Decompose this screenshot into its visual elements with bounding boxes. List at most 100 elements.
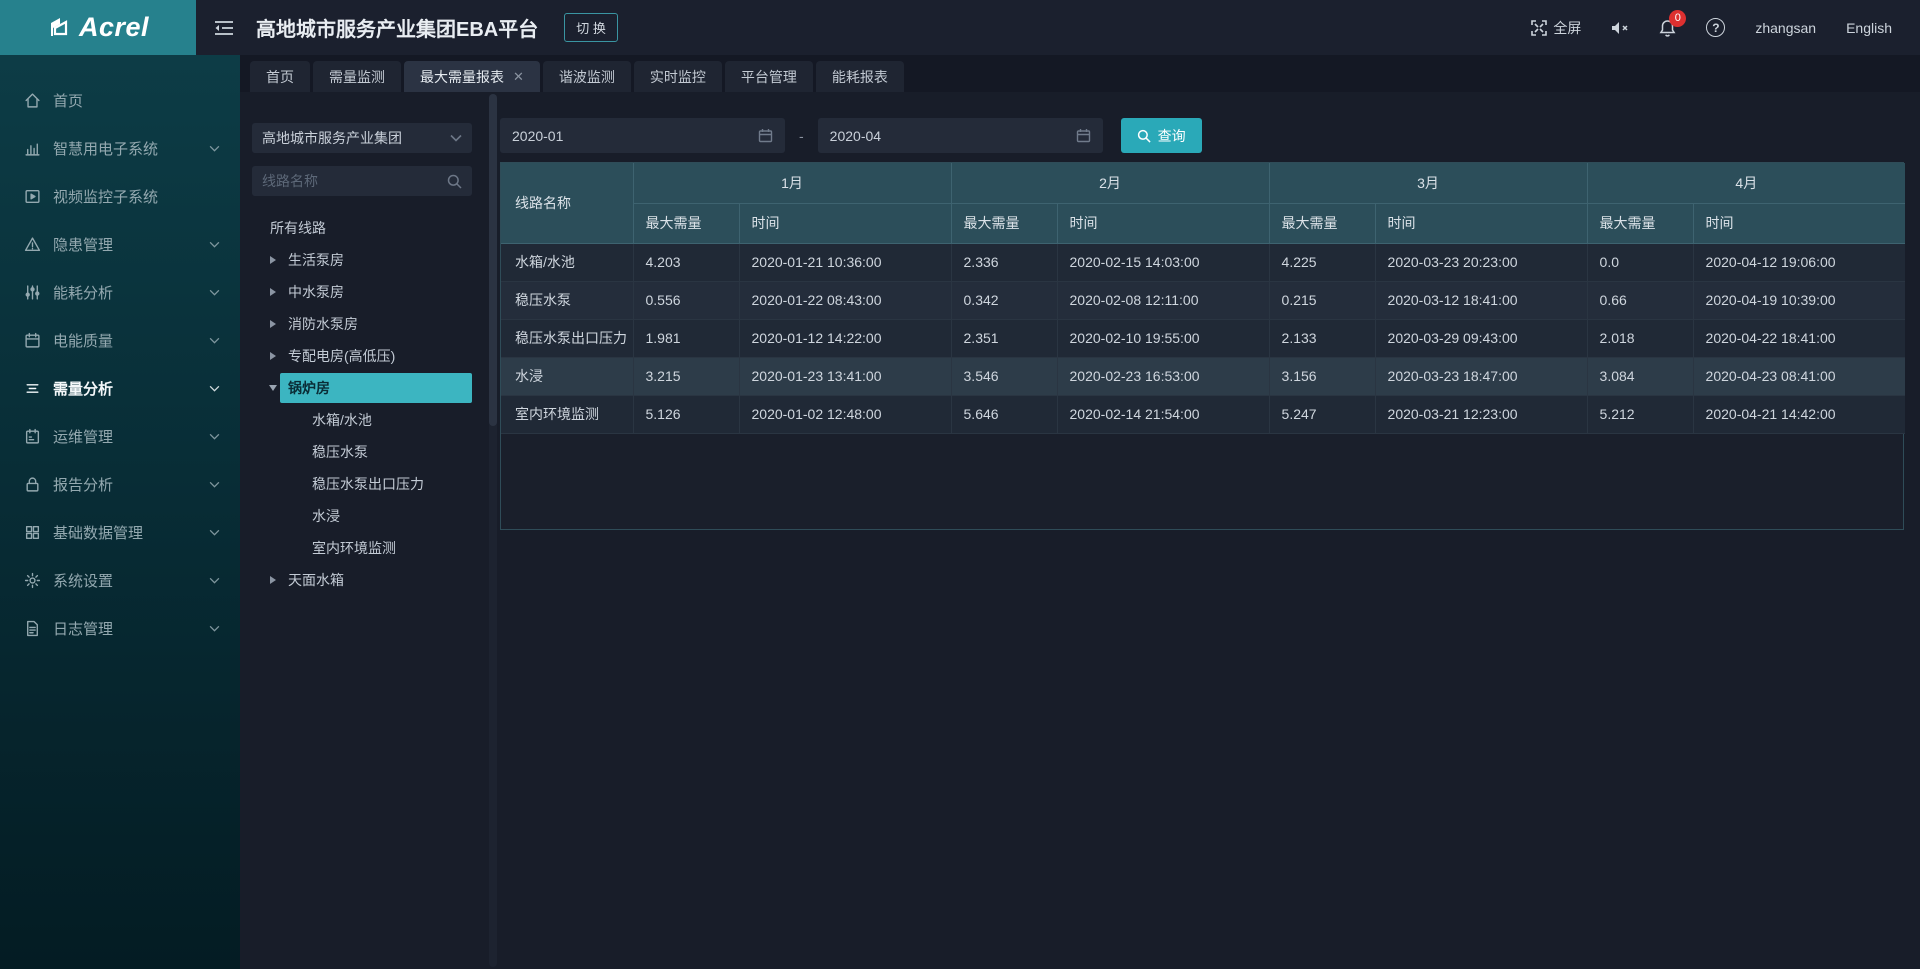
demand-cell: 3.084 bbox=[1587, 357, 1693, 395]
help-button[interactable]: ? bbox=[1706, 18, 1725, 37]
grid-icon bbox=[24, 524, 41, 541]
tab-label: 首页 bbox=[266, 67, 294, 87]
time-cell: 2020-02-15 14:03:00 bbox=[1057, 243, 1269, 281]
time-cell: 2020-03-29 09:43:00 bbox=[1375, 319, 1587, 357]
tree-node-锅炉房[interactable]: 锅炉房 bbox=[252, 372, 472, 404]
app-root: Acrel 高地城市服务产业集团EBA平台 切 换 全屏 0 ? bbox=[0, 0, 1920, 969]
start-month-value: 2020-01 bbox=[512, 128, 563, 144]
line-search bbox=[252, 166, 472, 196]
sidebar-item-gear[interactable]: 系统设置 bbox=[0, 556, 240, 604]
demand-cell: 2.336 bbox=[951, 243, 1057, 281]
tree-node-生活泵房[interactable]: 生活泵房 bbox=[252, 244, 472, 276]
tree-node-消防水泵房[interactable]: 消防水泵房 bbox=[252, 308, 472, 340]
time-cell: 2020-04-12 19:06:00 bbox=[1693, 243, 1905, 281]
tab-实时监控[interactable]: 实时监控 bbox=[634, 61, 722, 92]
fullscreen-label: 全屏 bbox=[1553, 18, 1581, 38]
table-row: 室内环境监测5.1262020-01-02 12:48:005.6462020-… bbox=[501, 395, 1905, 433]
tree-node-专配电房(高低压)[interactable]: 专配电房(高低压) bbox=[252, 340, 472, 372]
sidebar-item-warning[interactable]: 隐患管理 bbox=[0, 220, 240, 268]
tree-node-水箱/水池[interactable]: 水箱/水池 bbox=[252, 404, 472, 436]
end-month-input[interactable]: 2020-04 bbox=[818, 118, 1103, 153]
sidebar-item-home[interactable]: 首页 bbox=[0, 76, 240, 124]
tree-node-稳压水泵出口压力[interactable]: 稳压水泵出口压力 bbox=[252, 468, 472, 500]
tree-node-label: 室内环境监测 bbox=[304, 533, 404, 563]
sidebar-item-sliders[interactable]: 能耗分析 bbox=[0, 268, 240, 316]
max-demand-table: 线路名称1月2月3月4月最大需量时间最大需量时间最大需量时间最大需量时间水箱/水… bbox=[501, 163, 1905, 434]
mute-button[interactable] bbox=[1611, 20, 1629, 36]
expand-arrow-icon[interactable] bbox=[266, 256, 280, 264]
tree-node-天面水箱[interactable]: 天面水箱 bbox=[252, 564, 472, 596]
expand-arrow-icon[interactable] bbox=[266, 320, 280, 328]
tree-node-室内环境监测[interactable]: 室内环境监测 bbox=[252, 532, 472, 564]
chevron-down-icon bbox=[209, 529, 220, 536]
query-button[interactable]: 查询 bbox=[1121, 118, 1202, 153]
tab-平台管理[interactable]: 平台管理 bbox=[725, 61, 813, 92]
max-demand-header: 最大需量 bbox=[1269, 203, 1375, 243]
demand-cell: 4.225 bbox=[1269, 243, 1375, 281]
max-demand-header: 最大需量 bbox=[1587, 203, 1693, 243]
tree-node-label: 锅炉房 bbox=[280, 373, 472, 403]
tab-首页[interactable]: 首页 bbox=[250, 61, 310, 92]
tab-谐波监测[interactable]: 谐波监测 bbox=[543, 61, 631, 92]
sidebar-item-video[interactable]: 视频监控子系统 bbox=[0, 172, 240, 220]
month-header: 1月 bbox=[633, 163, 951, 203]
demand-cell: 5.247 bbox=[1269, 395, 1375, 433]
notifications-button[interactable]: 0 bbox=[1659, 19, 1676, 37]
sidebar-item-chart[interactable]: 智慧用电子系统 bbox=[0, 124, 240, 172]
tree-node-稳压水泵[interactable]: 稳压水泵 bbox=[252, 436, 472, 468]
organization-select[interactable]: 高地城市服务产业集团 bbox=[252, 123, 472, 153]
line-name-cell: 水箱/水池 bbox=[501, 243, 633, 281]
collapse-arrow-icon[interactable] bbox=[266, 385, 280, 391]
time-cell: 2020-01-22 08:43:00 bbox=[739, 281, 951, 319]
organization-select-value: 高地城市服务产业集团 bbox=[262, 128, 402, 148]
sidebar-item-file[interactable]: 日志管理 bbox=[0, 604, 240, 652]
tab-能耗报表[interactable]: 能耗报表 bbox=[816, 61, 904, 92]
line-tree: 所有线路生活泵房中水泵房消防水泵房专配电房(高低压)锅炉房水箱/水池稳压水泵稳压… bbox=[252, 212, 472, 596]
tab-最大需量报表[interactable]: 最大需量报表✕ bbox=[404, 61, 540, 92]
chevron-down-icon bbox=[209, 577, 220, 584]
tree-node-label: 水浸 bbox=[304, 501, 348, 531]
close-icon[interactable]: ✕ bbox=[513, 69, 524, 85]
end-month-value: 2020-04 bbox=[830, 128, 881, 144]
gear-icon bbox=[24, 572, 41, 589]
sidebar-item-list[interactable]: 需量分析 bbox=[0, 364, 240, 412]
sidebar-item-grid[interactable]: 基础数据管理 bbox=[0, 508, 240, 556]
file-icon bbox=[24, 620, 41, 637]
tree-node-水浸[interactable]: 水浸 bbox=[252, 500, 472, 532]
time-header: 时间 bbox=[1057, 203, 1269, 243]
tree-node-label: 中水泵房 bbox=[280, 277, 352, 307]
tree-node-所有线路[interactable]: 所有线路 bbox=[252, 212, 472, 244]
expand-arrow-icon[interactable] bbox=[266, 288, 280, 296]
chevron-down-icon bbox=[209, 625, 220, 632]
report-main: 2020-01 - 2020-04 查询 线路名称1月2月3月4月最大需量时间最 bbox=[500, 92, 1920, 969]
tree-node-中水泵房[interactable]: 中水泵房 bbox=[252, 276, 472, 308]
expand-arrow-icon[interactable] bbox=[266, 576, 280, 584]
username[interactable]: zhangsan bbox=[1755, 20, 1816, 36]
table-sub-header-row: 最大需量时间最大需量时间最大需量时间最大需量时间 bbox=[501, 203, 1905, 243]
line-name-cell: 水浸 bbox=[501, 357, 633, 395]
sidebar-item-calendar[interactable]: 电能质量 bbox=[0, 316, 240, 364]
fullscreen-button[interactable]: 全屏 bbox=[1531, 18, 1581, 38]
sidebar-item-label: 视频监控子系统 bbox=[53, 186, 158, 207]
demand-cell: 3.546 bbox=[951, 357, 1057, 395]
line-search-input[interactable] bbox=[262, 173, 447, 189]
tree-node-label: 生活泵房 bbox=[280, 245, 352, 275]
tree-node-label: 稳压水泵出口压力 bbox=[304, 469, 432, 499]
chart-icon bbox=[24, 140, 41, 157]
collapse-sidebar-icon[interactable] bbox=[214, 19, 234, 37]
sidebar-item-lock[interactable]: 报告分析 bbox=[0, 460, 240, 508]
demand-cell: 4.203 bbox=[633, 243, 739, 281]
language-switch[interactable]: English bbox=[1846, 20, 1892, 36]
scrollbar[interactable] bbox=[489, 94, 497, 967]
start-month-input[interactable]: 2020-01 bbox=[500, 118, 785, 153]
chevron-down-icon bbox=[209, 145, 220, 152]
tab-需量监测[interactable]: 需量监测 bbox=[313, 61, 401, 92]
expand-arrow-icon[interactable] bbox=[266, 352, 280, 360]
time-cell: 2020-02-08 12:11:00 bbox=[1057, 281, 1269, 319]
demand-cell: 0.66 bbox=[1587, 281, 1693, 319]
scrollbar-thumb[interactable] bbox=[489, 94, 497, 426]
sidebar-item-clipboard[interactable]: 运维管理 bbox=[0, 412, 240, 460]
search-icon[interactable] bbox=[447, 174, 462, 189]
switch-button[interactable]: 切 换 bbox=[564, 13, 618, 42]
table-month-header-row: 线路名称1月2月3月4月 bbox=[501, 163, 1905, 203]
